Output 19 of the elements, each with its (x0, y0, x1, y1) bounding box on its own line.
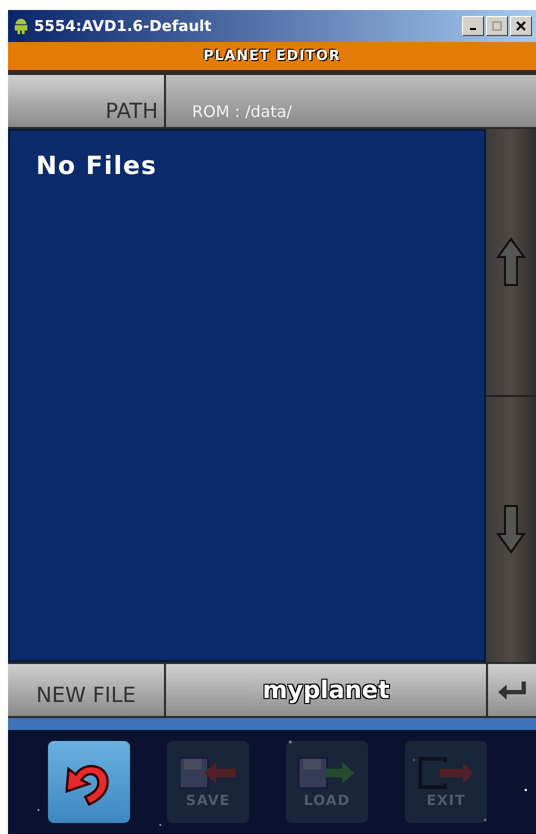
path-field: ROM : /data/ (166, 75, 536, 127)
close-icon (516, 21, 526, 31)
file-name-field[interactable]: myplanet (166, 664, 486, 716)
up-arrow-icon (495, 236, 527, 287)
maximize-icon (492, 21, 502, 31)
back-button[interactable] (46, 739, 132, 825)
window-title: 5554:AVD1.6-Default (34, 17, 212, 35)
close-button[interactable] (510, 16, 532, 36)
minimize-icon (470, 28, 476, 30)
down-arrow-icon (495, 504, 527, 554)
minimize-button[interactable] (462, 16, 484, 36)
robot-icon (12, 17, 30, 35)
path-label: PATH (8, 75, 164, 127)
maximize-button[interactable] (486, 16, 508, 36)
enter-icon (496, 679, 528, 701)
new-file-label: NEW FILE (8, 664, 164, 716)
empty-message: No Files (36, 151, 157, 180)
enter-button[interactable] (488, 664, 536, 716)
app-title: PLANET EDITOR (203, 48, 341, 64)
